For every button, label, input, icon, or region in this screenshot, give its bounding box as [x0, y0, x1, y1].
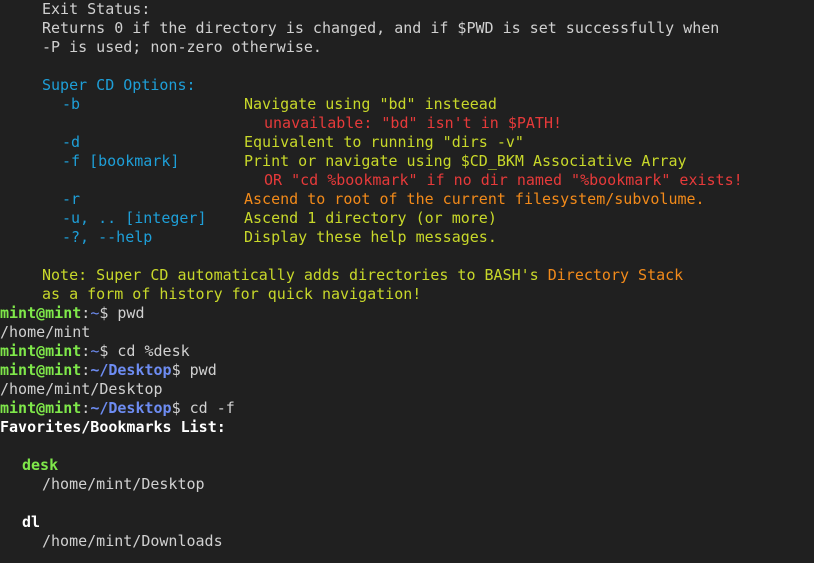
- prompt-user: mint@mint: [0, 399, 82, 417]
- prompt-sigil: $: [171, 399, 190, 417]
- option-flag-u: -u, .. [integer]: [62, 209, 207, 227]
- bookmark-path: /home/mint/Desktop: [42, 475, 205, 493]
- exit-status-line-1: Returns 0 if the directory is changed, a…: [42, 19, 720, 37]
- option-desc-b: Navigate using "bd" insteead: [244, 95, 497, 113]
- option-flag-b: -b: [62, 95, 81, 113]
- command-text: pwd: [189, 361, 217, 379]
- option-desc-f: Print or navigate using $CD_BKM Associat…: [244, 152, 687, 170]
- option-desc-r: Ascend to root of the current filesystem…: [244, 190, 705, 208]
- output-line-3: /home/mint/Desktop: [0, 380, 163, 398]
- bookmark-list-title: Favorites/Bookmarks List:: [0, 418, 226, 436]
- option-cont-f: OR "cd %bookmark" if no dir named "%book…: [264, 171, 743, 189]
- prompt-path: ~/Desktop: [90, 361, 172, 379]
- prompt-line-4: mint@mint:~/Desktop$ cd -f: [0, 399, 235, 418]
- option-flag-help: -?, --help: [62, 228, 153, 246]
- prompt-line-1: mint@mint:~$ pwd: [0, 304, 145, 323]
- prompt-colon: :: [81, 342, 91, 360]
- prompt-user: mint@mint: [0, 304, 82, 322]
- exit-status-title: Exit Status:: [42, 0, 151, 18]
- bookmark-name: desk: [22, 456, 59, 474]
- exit-status-line-2: -P is used; non-zero otherwise.: [42, 38, 322, 56]
- note-line-2: as a form of history for quick navigatio…: [42, 285, 422, 303]
- prompt-path: ~: [90, 304, 100, 322]
- terminal-window[interactable]: Exit Status: Returns 0 if the directory …: [0, 0, 814, 563]
- prompt-colon: :: [81, 399, 91, 417]
- note-prefix: Note: Super CD automatically adds direct…: [42, 266, 548, 284]
- prompt-path: ~/Desktop: [90, 399, 172, 417]
- prompt-sigil: $: [99, 342, 118, 360]
- option-desc-u: Ascend 1 directory (or more): [244, 209, 497, 227]
- note-highlight: Directory Stack: [547, 266, 684, 284]
- option-flag-d: -d: [62, 133, 81, 151]
- prompt-colon: :: [81, 361, 91, 379]
- prompt-path: ~: [90, 342, 100, 360]
- option-flag-r: -r: [62, 190, 81, 208]
- options-title: Super CD Options:: [42, 76, 196, 94]
- command-text: cd -f: [189, 399, 235, 417]
- prompt-colon: :: [81, 304, 91, 322]
- prompt-sigil: $: [99, 304, 118, 322]
- prompt-line-2: mint@mint:~$ cd %desk: [0, 342, 190, 361]
- option-desc-d: Equivalent to running "dirs -v": [244, 133, 524, 151]
- prompt-sigil: $: [171, 361, 190, 379]
- command-text: pwd: [117, 304, 145, 322]
- option-desc-help: Display these help messages.: [244, 228, 497, 246]
- prompt-line-3: mint@mint:~/Desktop$ pwd: [0, 361, 217, 380]
- output-line-1: /home/mint: [0, 323, 91, 341]
- prompt-user: mint@mint: [0, 361, 82, 379]
- bookmark-path: /home/mint/Downloads: [42, 532, 223, 550]
- option-cont-b: unavailable: "bd" isn't in $PATH!: [264, 114, 563, 132]
- note-line-1: Note: Super CD automatically adds direct…: [42, 266, 683, 285]
- prompt-user: mint@mint: [0, 342, 82, 360]
- option-flag-f: -f [bookmark]: [62, 152, 180, 170]
- bookmark-name: dl: [22, 513, 41, 531]
- command-text: cd %desk: [117, 342, 190, 360]
